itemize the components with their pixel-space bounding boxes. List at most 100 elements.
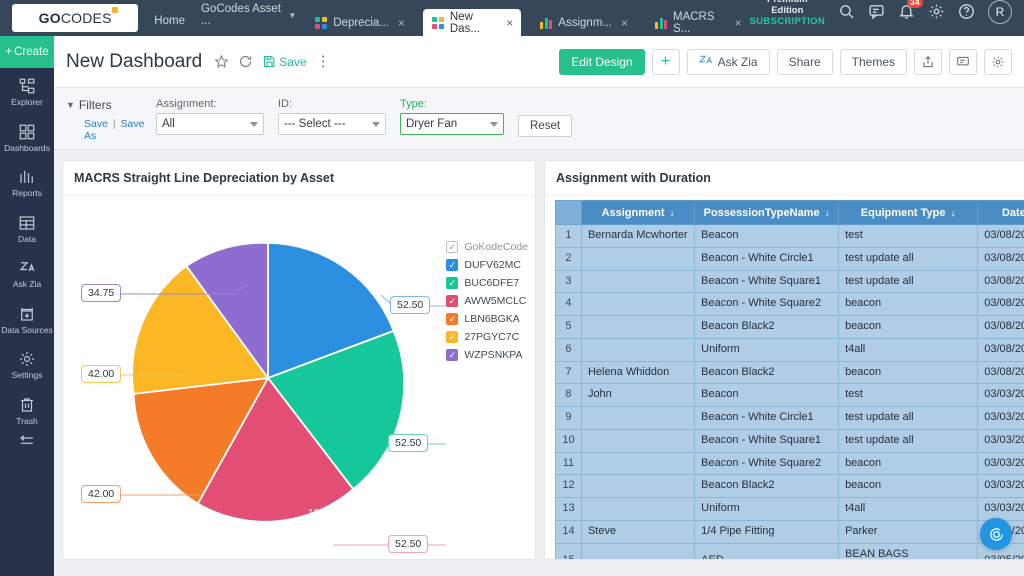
close-icon[interactable]: × [735,16,742,30]
ask-zia-button[interactable]: Ask Zia [686,48,770,75]
close-icon[interactable]: × [621,16,628,30]
table-row[interactable]: 15 AED BEAN BAGS ASSORTED 03/05/20 [555,542,1024,559]
checkbox-icon[interactable]: ✓ [446,313,459,325]
table-row[interactable]: 7 Helena Whiddon Beacon Black2 beacon 03… [555,360,1024,385]
sidebar-item-data-sources[interactable]: Data Sources [0,296,54,342]
checkbox-icon[interactable]: ✓ [446,295,459,307]
legend-item-wzpsnkpa[interactable]: ✓ WZPSNKPA [446,346,528,364]
filters-toggle[interactable]: ▼ Filters [66,98,156,112]
sort-desc-icon[interactable]: ↓ [951,208,956,219]
export-button[interactable] [914,48,942,75]
sidebar-item-trash[interactable]: Trash [0,387,54,433]
subscription-badge[interactable]: Premium Edition SUBSCRIPTION [750,0,825,28]
checkbox-icon[interactable]: ✓ [446,241,459,253]
legend-item-lbn6bgka[interactable]: ✓ LBN6BGKA [446,310,528,328]
tab-assignment[interactable]: Assignm... × [531,9,636,36]
settings-gear-icon[interactable] [928,3,945,20]
filters-panel: ▼ Filters Save | Save As [66,98,156,142]
refresh-icon[interactable] [238,54,253,69]
sort-desc-icon[interactable]: ↓ [825,208,830,219]
favorite-star-icon[interactable] [214,54,229,69]
row-index: 11 [555,451,582,476]
col-date-of-d[interactable]: Date of D [977,200,1024,225]
create-button[interactable]: + Create [0,36,54,68]
edit-design-button[interactable]: Edit Design [559,48,645,75]
tab-depreciation[interactable]: Deprecia... × [306,9,413,36]
plus-icon: + [5,46,13,58]
sidebar-item-reports[interactable]: Reports [0,159,54,205]
page-title: New Dashboard [66,50,203,72]
tab-macrs[interactable]: MACRS S... × [646,9,750,36]
sidebar-item-settings[interactable]: Settings [0,341,54,387]
checkbox-icon[interactable]: ✓ [446,349,459,361]
type-select[interactable]: Dryer Fan [400,113,504,135]
tab-new-dashboard[interactable]: New Das... × [422,9,522,36]
comments-button[interactable] [949,48,977,75]
cell-equipment: beacon [838,292,979,316]
type-select-value: Dryer Fan [406,118,458,130]
close-icon[interactable]: × [506,16,513,30]
close-icon[interactable]: × [398,16,405,30]
sidebar-item-ask-zia[interactable]: Ask Zia [0,250,54,296]
legend-item-aww5mclc[interactable]: ✓ AWW5MCLC [446,292,528,310]
table-row[interactable]: 3 Beacon - White Square1 test update all… [555,269,1024,294]
nav-home[interactable]: Home [154,15,185,27]
sidebar-item-label: Data Sources [1,324,53,335]
themes-button[interactable]: Themes [839,48,907,75]
cell-assignment: Bernarda Mcwhorter [580,224,696,248]
id-select[interactable]: --- Select --- [278,113,386,135]
help-icon[interactable] [958,3,975,20]
table-row[interactable]: 8 John Beacon test 03/03/202 [555,383,1024,407]
cell-possession: Beacon Black2 [694,474,840,498]
legend-item-27pgyc7c[interactable]: ✓ 27PGYC7C [446,328,528,346]
legend-header[interactable]: ✓ GoKodeCode [446,238,528,256]
table-head: Assignment ↓ PossessionTypeName ↓ Equipmen… [555,200,1024,225]
table-row[interactable]: 2 Beacon - White Circle1 test update all… [555,246,1024,271]
col-equipment-type[interactable]: Equipment Type ↓ [838,200,979,225]
table-row[interactable]: 14 Steve 1/4 Pipe Fitting Parker 03/05/2… [555,519,1024,544]
notifications-bell-icon[interactable]: 34 [898,0,924,20]
col-assignment[interactable]: Assignment ↓ [580,200,696,225]
checkbox-icon[interactable]: ✓ [446,277,459,289]
sort-desc-icon[interactable]: ↓ [670,208,675,219]
checkbox-icon[interactable]: ✓ [446,259,459,271]
legend-item-buc6dfe7[interactable]: ✓ BUC6DFE7 [446,274,528,292]
pie-chart-svg[interactable] [118,228,418,528]
save-button[interactable]: Save [262,54,307,69]
sidebar-item-data[interactable]: Data [0,205,54,251]
filters-save-link[interactable]: Save [84,118,108,130]
chevron-down-icon [372,121,380,127]
table-scroll-area[interactable]: Assignment ↓ PossessionTypeName ↓ Equipmen… [545,196,1024,559]
nav-workspace[interactable]: GoCodes Asset ... ▼ [201,3,296,27]
gocodes-logo[interactable]: GOCODES [12,4,139,32]
reset-button[interactable]: Reset [518,115,573,137]
table-row[interactable]: 6 Uniform t4all 03/08/202 [555,337,1024,362]
chat-bubble-icon[interactable] [980,518,1012,550]
add-widget-button[interactable]: + [651,48,680,75]
table-row[interactable]: 12 Beacon Black2 beacon 03/03/202 [555,474,1024,498]
search-icon[interactable] [838,3,855,20]
more-options-icon[interactable]: ⋮ [316,54,331,69]
checkbox-icon[interactable]: ✓ [446,331,459,343]
collapse-icon[interactable] [18,434,36,453]
table-row[interactable]: 10 Beacon - White Square1 test update al… [555,428,1024,453]
app-root: GOCODES Home GoCodes Asset ... ▼ Depreci… [0,0,1024,576]
dashboards-icon [18,123,36,141]
col-possession-type-name[interactable]: PossessionTypeName ↓ [694,200,840,225]
table-row[interactable]: 5 Beacon Black2 beacon 03/08/202 [555,315,1024,339]
table-row[interactable]: 13 Uniform t4all 03/03/202 [555,497,1024,521]
sidebar-item-dashboards[interactable]: Dashboards [0,114,54,160]
table-row[interactable]: 4 Beacon - White Square2 beacon 03/08/20… [555,292,1024,316]
save-label: Save [279,54,307,69]
legend-label: BUC6DFE7 [464,277,520,289]
share-button[interactable]: Share [776,48,833,75]
table-row[interactable]: 11 Beacon - White Square2 beacon 03/03/2… [555,451,1024,476]
dashboard-settings-button[interactable] [984,48,1012,75]
legend-item-dufv62mc[interactable]: ✓ DUFV62MC [446,256,528,274]
avatar[interactable]: R [988,0,1012,24]
table-row[interactable]: 9 Beacon - White Circle1 test update all… [555,406,1024,430]
feedback-icon[interactable] [868,3,885,20]
sidebar-item-explorer[interactable]: Explorer [0,68,54,114]
assignment-select[interactable]: All [156,113,264,135]
table-row[interactable]: 1 Bernarda Mcwhorter Beacon test 03/08/2… [555,224,1024,248]
